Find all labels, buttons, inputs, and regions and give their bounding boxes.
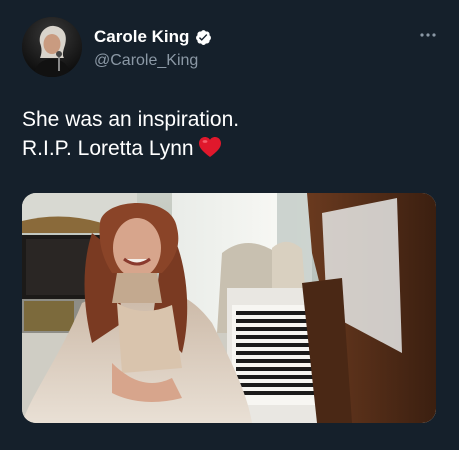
tweet-text-line-2: R.I.P. Loretta Lynn <box>22 134 442 163</box>
author-display-name[interactable]: Carole King <box>94 27 189 47</box>
author-handle[interactable]: @Carole_King <box>94 51 198 71</box>
author-name-row: Carole King <box>94 27 212 47</box>
verified-badge-icon <box>196 29 212 45</box>
tweet-card: Carole King @Carole_King She was an insp… <box>0 0 459 450</box>
red-heart-icon <box>198 137 221 157</box>
tweet-body: She was an inspiration. R.I.P. Loretta L… <box>22 105 442 163</box>
tweet-text-line-2-text: R.I.P. Loretta Lynn <box>22 137 194 160</box>
tweet-text-line-1: She was an inspiration. <box>22 108 240 131</box>
author-avatar[interactable] <box>22 17 82 77</box>
more-options-icon[interactable] <box>419 30 437 40</box>
photo-woman-at-piano-icon <box>22 193 436 423</box>
tweet-media-photo[interactable] <box>22 193 436 423</box>
avatar-photo-icon <box>22 17 82 77</box>
